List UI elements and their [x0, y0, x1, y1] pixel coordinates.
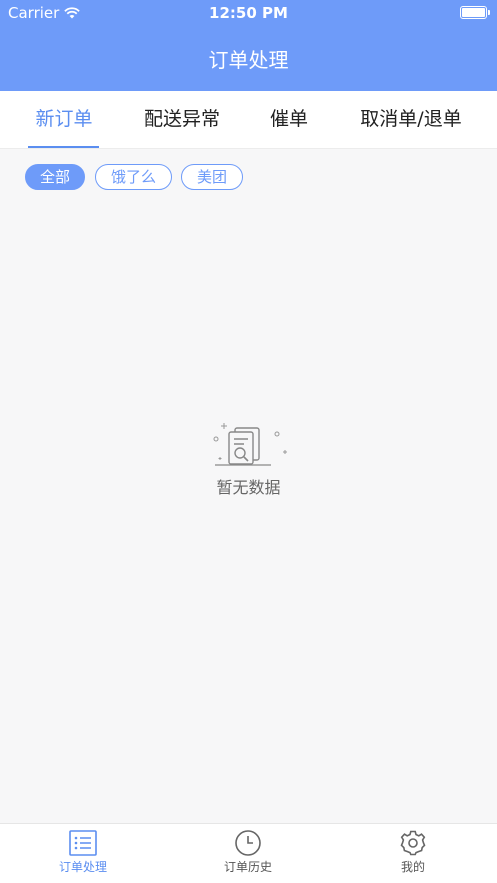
tabbar-order-history[interactable]: 订单历史 — [188, 830, 308, 875]
gear-icon — [400, 830, 426, 856]
tabbar-label-mine: 我的 — [400, 860, 425, 874]
tab-new-orders[interactable]: 新订单 — [28, 91, 100, 149]
list-icon — [69, 830, 97, 856]
filter-all-chip[interactable]: 全部 — [25, 164, 85, 190]
tab-delivery-exception[interactable]: 配送异常 — [139, 91, 225, 149]
page-title: 订单处理 — [208, 48, 289, 72]
order-tabs: 新订单 配送异常 催单 取消单/退单 — [0, 91, 497, 149]
platform-filters: 全部 饿了么 美团 — [0, 149, 497, 204]
empty-state-text: 暂无数据 — [216, 478, 281, 497]
tabbar-label-order-processing: 订单处理 — [58, 860, 107, 874]
status-bar: Carrier 12:50 PM — [0, 0, 497, 26]
status-time: 12:50 PM — [209, 4, 288, 22]
empty-document-search-icon — [213, 423, 287, 466]
tabbar-order-processing[interactable]: 订单处理 — [23, 830, 143, 875]
battery-icon — [460, 6, 490, 19]
tab-cancel-refund[interactable]: 取消单/退单 — [354, 91, 468, 149]
tabbar-mine[interactable]: 我的 — [353, 830, 473, 875]
bottom-tabbar: 订单处理 订单历史 我的 — [0, 823, 497, 883]
tabbar-label-order-history: 订单历史 — [223, 860, 272, 874]
active-tab-indicator — [28, 146, 99, 148]
app-header: Carrier 12:50 PM 订单处理 — [0, 0, 497, 91]
tab-reminder[interactable]: 催单 — [262, 91, 316, 149]
empty-state: 暂无数据 — [0, 420, 497, 498]
filter-eleme-chip[interactable]: 饿了么 — [95, 164, 172, 190]
filter-meituan-chip[interactable]: 美团 — [181, 164, 243, 190]
clock-icon — [235, 830, 261, 856]
